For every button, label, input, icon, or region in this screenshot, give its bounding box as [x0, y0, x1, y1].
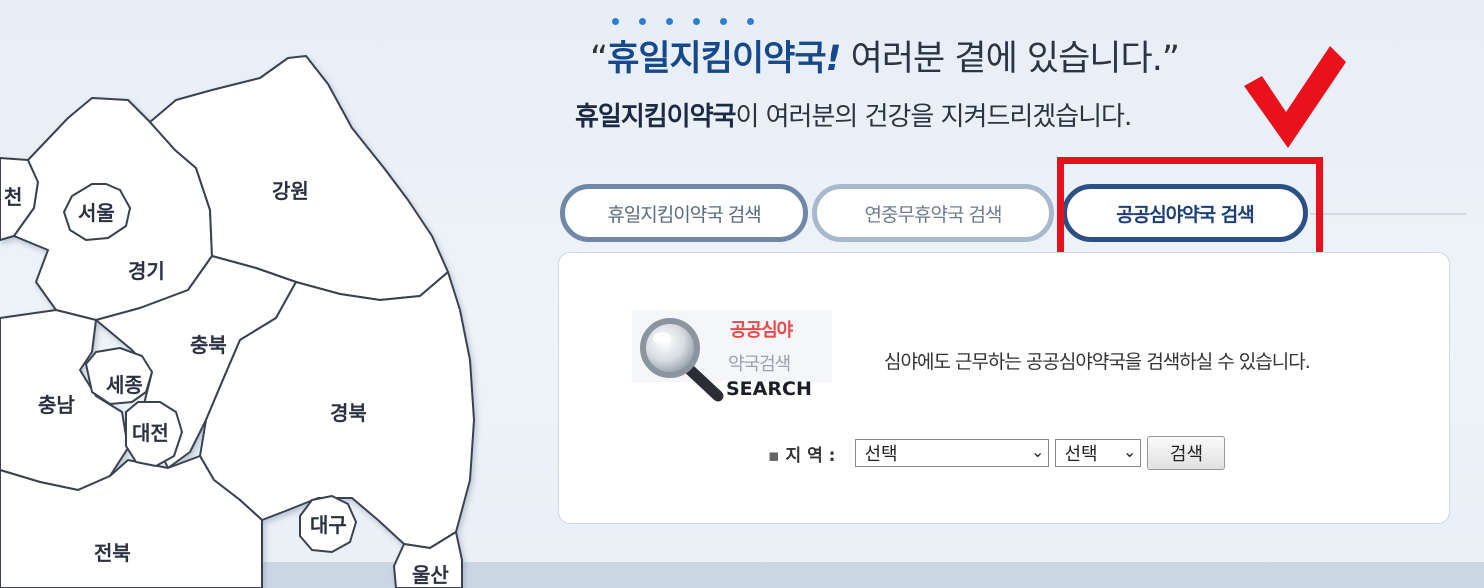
bullet-icon: ▪: [768, 445, 780, 466]
region-field-label: ▪ 지 역 :: [768, 445, 836, 466]
map-label-ulsan: 울산: [412, 563, 449, 587]
decorative-dots: [612, 10, 774, 29]
subheadline: 휴일지킴이약국이 여러분의 건강을 지켜드리겠습니다.: [575, 96, 1132, 133]
tab-yearround-pharmacy-search[interactable]: 연중무휴약국 검색: [812, 184, 1054, 242]
subheadline-brand: 휴일지킴이약국: [575, 102, 736, 132]
chevron-down-icon: ⌄: [1123, 442, 1137, 461]
search-button[interactable]: 검색: [1147, 436, 1226, 470]
map-label-gyeonggi: 경기: [128, 259, 165, 283]
map-label-jeonbuk: 전북: [94, 541, 131, 565]
region-select-province[interactable]: 선택 ⌄: [855, 439, 1050, 467]
magnifier-icon: [640, 318, 724, 402]
tab-holiday-pharmacy-search[interactable]: 휴일지킴이약국 검색: [560, 184, 808, 242]
map-label-daegu: 대구: [310, 513, 347, 537]
tab-divider-line: [1310, 213, 1466, 215]
map-label-sejong: 세종: [106, 373, 143, 397]
checkmark-icon: [1244, 46, 1346, 148]
map-label-chungbuk: 충북: [190, 333, 227, 357]
korea-region-map[interactable]: 천 서울 경기 강원 충북 세종 충남 대전 경북 전북 대구 울산: [0, 0, 490, 588]
quote-close: ”: [1161, 39, 1180, 79]
headline-bang: !: [825, 39, 842, 79]
quote-open: “: [590, 39, 608, 79]
map-label-chungnam: 충남: [38, 393, 75, 417]
panel-description: 심야에도 근무하는 공공심야약국을 검색하실 수 있습니다.: [884, 351, 1311, 373]
map-label-gangwon: 강원: [272, 179, 309, 203]
search-graphic-search-text: SEARCH: [726, 378, 812, 400]
map-label-seoul: 서울: [78, 201, 115, 225]
highlight-box: [1057, 157, 1323, 264]
region-search-row: ▪ 지 역 : 선택 ⌄ 선택 ⌄ 검색: [768, 434, 1226, 472]
chevron-down-icon: ⌄: [1031, 442, 1045, 461]
search-graphic-subtitle: 약국검색: [728, 354, 791, 375]
search-graphic-title: 공공심야: [730, 320, 793, 341]
search-graphic: 공공심야 약국검색 SEARCH: [632, 306, 832, 402]
headline-brand: 휴일지킴이약국: [607, 39, 826, 79]
map-label-gyeongbuk: 경북: [330, 401, 367, 425]
map-label-incheon: 천: [4, 185, 22, 209]
headline: “휴일지킴이약국! 여러분 곁에 있습니다.”: [590, 30, 1180, 81]
subheadline-rest: 이 여러분의 건강을 지켜드리겠습니다.: [735, 102, 1132, 132]
map-label-daejeon: 대전: [132, 421, 169, 445]
region-select-district[interactable]: 선택 ⌄: [1055, 439, 1142, 467]
headline-rest: 여러분 곁에 있습니다.: [840, 39, 1163, 79]
